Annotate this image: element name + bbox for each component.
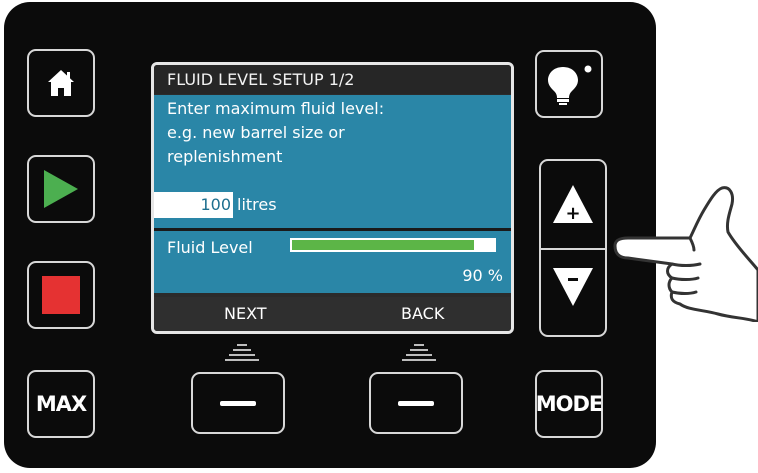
home-button[interactable] [27, 49, 95, 117]
instruction-line: replenishment [167, 147, 283, 166]
down-button[interactable] [541, 250, 605, 335]
fluid-level-section: Fluid Level 90 % [154, 231, 511, 293]
fluid-level-percent: 90 % [462, 266, 503, 285]
instruction-line: e.g. new barrel size or [167, 123, 345, 142]
svg-text:+: + [565, 203, 580, 224]
up-button[interactable]: + [541, 161, 605, 248]
fluid-level-bar [290, 238, 496, 252]
fluid-level-bar-fill [292, 240, 474, 250]
mode-button[interactable]: MODE [535, 370, 603, 438]
fluid-level-label: Fluid Level [167, 238, 253, 257]
stop-button[interactable] [27, 261, 95, 329]
instruction-area: Enter maximum fluid level: e.g. new barr… [154, 95, 511, 228]
max-button-label: MAX [35, 392, 87, 416]
mode-button-label: MODE [535, 392, 604, 416]
softkey-back-label: BACK [401, 304, 445, 323]
max-button[interactable]: MAX [27, 370, 95, 438]
softkey-bar: NEXT BACK [154, 297, 511, 331]
down-triangle-minus-icon [553, 268, 593, 306]
control-panel: MAX FLUID LEVEL SETUP 1/2 Enter maximum … [4, 2, 656, 468]
indicator-dot [584, 65, 592, 73]
minus-bar-icon [220, 401, 256, 406]
stop-icon [42, 276, 80, 314]
start-button[interactable] [27, 155, 95, 223]
up-down-rocker: + [539, 159, 607, 337]
play-icon [44, 170, 78, 208]
lightbulb-icon [548, 65, 592, 105]
softkey-left-button[interactable] [191, 372, 285, 434]
fluid-amount-value[interactable]: 100 [154, 192, 232, 218]
up-triangle-plus-icon: + [553, 185, 593, 224]
minus-bar-icon [398, 401, 434, 406]
display-screen: FLUID LEVEL SETUP 1/2 Enter maximum flui… [151, 62, 514, 334]
light-button[interactable] [535, 50, 603, 118]
home-icon [48, 70, 74, 96]
fluid-amount-unit: litres [237, 195, 277, 214]
softkey-right-button[interactable] [369, 372, 463, 434]
pointing-hand-icon [613, 186, 758, 322]
softkey-next-label: NEXT [224, 304, 267, 323]
instruction-line: Enter maximum fluid level: [167, 99, 385, 118]
screen-title: FLUID LEVEL SETUP 1/2 [154, 65, 511, 94]
